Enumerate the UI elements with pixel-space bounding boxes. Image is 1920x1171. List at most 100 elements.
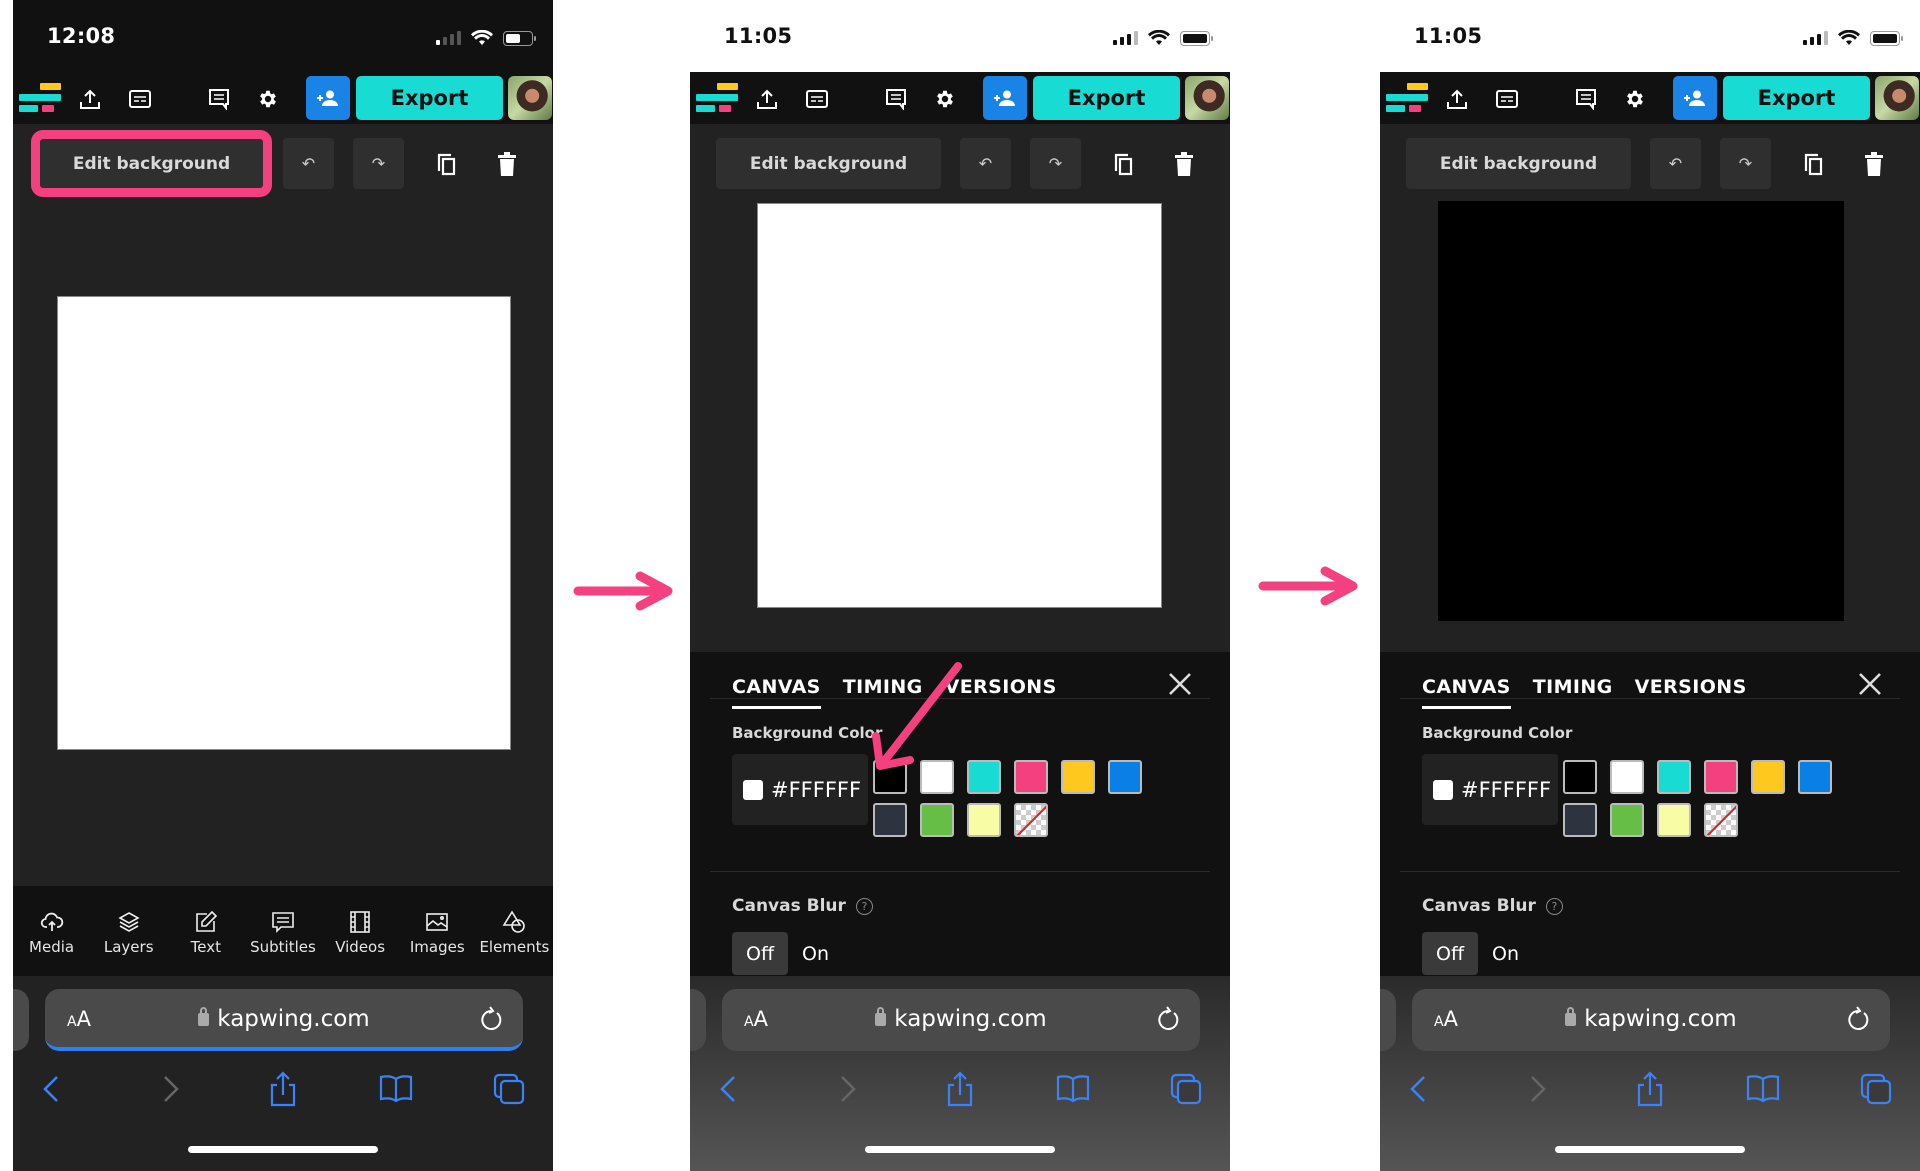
export-button[interactable]: Export: [356, 76, 503, 120]
back-chevron-icon[interactable]: [1402, 1071, 1438, 1107]
undo-button[interactable]: ↶: [283, 138, 334, 189]
invite-collaborator-button[interactable]: [983, 76, 1027, 120]
tab-canvas[interactable]: CANVAS: [1422, 676, 1511, 709]
help-icon[interactable]: ?: [855, 897, 873, 915]
swatch-blue[interactable]: [1108, 760, 1142, 794]
swatch-teal[interactable]: [1657, 760, 1691, 794]
comments-icon[interactable]: [206, 86, 232, 112]
swatch-blue[interactable]: [1798, 760, 1832, 794]
swatch-green[interactable]: [1610, 803, 1644, 837]
redo-button[interactable]: ↷: [1030, 138, 1081, 189]
reload-icon[interactable]: [477, 1005, 505, 1033]
user-avatar[interactable]: [508, 76, 552, 120]
settings-gear-icon[interactable]: [932, 86, 958, 112]
undo-button[interactable]: ↶: [1650, 138, 1701, 189]
share-icon[interactable]: [265, 1071, 301, 1107]
redo-button[interactable]: ↷: [1720, 138, 1771, 189]
edit-background-button[interactable]: Edit background: [716, 138, 941, 189]
captions-icon[interactable]: [804, 86, 830, 112]
blur-on-option[interactable]: On: [788, 932, 843, 975]
tool-subtitles[interactable]: Subtitles: [246, 910, 320, 976]
video-canvas[interactable]: [1438, 201, 1844, 621]
hex-color-input[interactable]: #FFFFFF: [1422, 754, 1558, 825]
swatch-pink[interactable]: [1014, 760, 1048, 794]
tool-videos[interactable]: Videos: [323, 910, 397, 976]
tab-versions[interactable]: VERSIONS: [1635, 676, 1747, 709]
hex-color-input[interactable]: #FFFFFF: [732, 754, 868, 825]
export-button[interactable]: Export: [1033, 76, 1180, 120]
redo-button[interactable]: ↷: [353, 138, 404, 189]
upload-icon[interactable]: [754, 86, 780, 112]
blur-on-option[interactable]: On: [1478, 932, 1533, 975]
settings-gear-icon[interactable]: [255, 86, 281, 112]
forward-chevron-icon[interactable]: [151, 1071, 187, 1107]
blur-off-option[interactable]: Off: [732, 932, 789, 975]
share-icon[interactable]: [942, 1071, 978, 1107]
address-bar[interactable]: AA kapwing.com: [45, 989, 523, 1051]
user-avatar[interactable]: [1875, 76, 1919, 120]
swatch-white[interactable]: [1610, 760, 1644, 794]
back-chevron-icon[interactable]: [712, 1071, 748, 1107]
tabs-icon[interactable]: [1858, 1071, 1894, 1107]
duplicate-icon[interactable]: [1110, 151, 1136, 177]
tool-media[interactable]: Media: [15, 910, 89, 976]
address-bar[interactable]: AA kapwing.com: [1412, 989, 1890, 1051]
blur-off-option[interactable]: Off: [1422, 932, 1479, 975]
bookmarks-icon[interactable]: [1055, 1071, 1091, 1107]
delete-trash-icon[interactable]: [1861, 151, 1887, 177]
tab-timing[interactable]: TIMING: [1533, 676, 1613, 709]
swatch-transparent[interactable]: [1704, 803, 1738, 837]
tab-canvas[interactable]: CANVAS: [732, 676, 821, 709]
back-chevron-icon[interactable]: [35, 1071, 71, 1107]
swatch-teal[interactable]: [967, 760, 1001, 794]
delete-trash-icon[interactable]: [1171, 151, 1197, 177]
video-canvas[interactable]: [57, 296, 511, 750]
comments-icon[interactable]: [883, 86, 909, 112]
settings-gear-icon[interactable]: [1622, 86, 1648, 112]
video-canvas[interactable]: [757, 203, 1162, 608]
undo-button[interactable]: ↶: [960, 138, 1011, 189]
tabs-icon[interactable]: [1168, 1071, 1204, 1107]
duplicate-icon[interactable]: [1800, 151, 1826, 177]
user-avatar[interactable]: [1185, 76, 1229, 120]
tool-elements[interactable]: Elements: [477, 910, 551, 976]
previous-tab-peek[interactable]: [13, 989, 29, 1051]
swatch-green[interactable]: [920, 803, 954, 837]
address-bar[interactable]: AA kapwing.com: [722, 989, 1200, 1051]
help-icon[interactable]: ?: [1545, 897, 1563, 915]
share-icon[interactable]: [1632, 1071, 1668, 1107]
edit-background-button[interactable]: Edit background: [1406, 138, 1631, 189]
export-button[interactable]: Export: [1723, 76, 1870, 120]
invite-collaborator-button[interactable]: [306, 76, 350, 120]
swatch-yellow[interactable]: [1751, 760, 1785, 794]
swatch-dark-gray[interactable]: [1563, 803, 1597, 837]
bookmarks-icon[interactable]: [1745, 1071, 1781, 1107]
forward-chevron-icon[interactable]: [1518, 1071, 1554, 1107]
upload-icon[interactable]: [1444, 86, 1470, 112]
tabs-icon[interactable]: [491, 1071, 527, 1107]
forward-chevron-icon[interactable]: [828, 1071, 864, 1107]
tool-images[interactable]: Images: [400, 910, 474, 976]
upload-icon[interactable]: [77, 86, 103, 112]
reload-icon[interactable]: [1154, 1005, 1182, 1033]
tool-text[interactable]: Text: [169, 910, 243, 976]
swatch-transparent[interactable]: [1014, 803, 1048, 837]
tool-layers[interactable]: Layers: [92, 910, 166, 976]
reload-icon[interactable]: [1844, 1005, 1872, 1033]
captions-icon[interactable]: [1494, 86, 1520, 112]
swatch-dark-gray[interactable]: [873, 803, 907, 837]
invite-collaborator-button[interactable]: [1673, 76, 1717, 120]
swatch-light-yellow[interactable]: [1657, 803, 1691, 837]
duplicate-icon[interactable]: [433, 151, 459, 177]
swatch-black[interactable]: [1563, 760, 1597, 794]
previous-tab-peek[interactable]: [690, 989, 706, 1051]
previous-tab-peek[interactable]: [1380, 989, 1396, 1051]
close-icon[interactable]: [1166, 670, 1194, 698]
swatch-pink[interactable]: [1704, 760, 1738, 794]
delete-trash-icon[interactable]: [494, 151, 520, 177]
edit-background-button[interactable]: Edit background: [31, 130, 272, 197]
swatch-light-yellow[interactable]: [967, 803, 1001, 837]
swatch-yellow[interactable]: [1061, 760, 1095, 794]
comments-icon[interactable]: [1573, 86, 1599, 112]
captions-icon[interactable]: [127, 86, 153, 112]
